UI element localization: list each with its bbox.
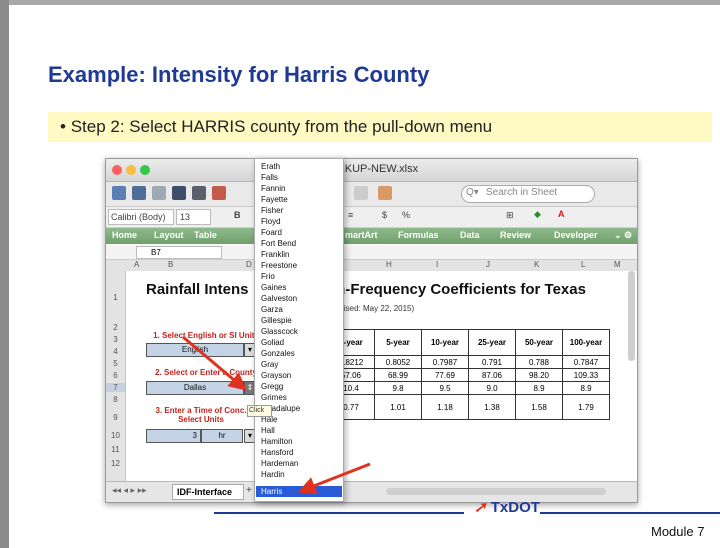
arrow-to-harris: [297, 462, 371, 495]
footer-rule-left: [214, 512, 464, 514]
txdot-mark-icon: ➚: [474, 499, 487, 516]
module-label: Module 7: [651, 524, 705, 539]
annotation-arrows: [182, 335, 371, 495]
arrow-to-county-select: [182, 335, 247, 391]
footer-rule-right: [540, 512, 720, 514]
txdot-logo: ➚ TxDOT: [474, 498, 540, 516]
txdot-logo-text: TxDOT: [490, 499, 540, 516]
